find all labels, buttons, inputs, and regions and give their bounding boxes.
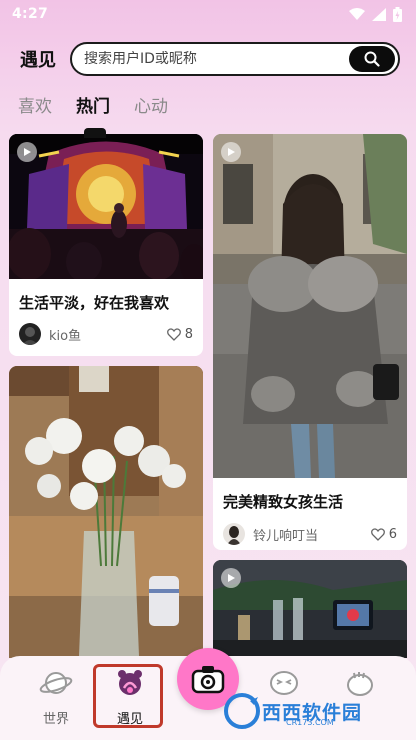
page-title: 遇见 (20, 50, 56, 71)
header: 遇见 (0, 40, 416, 78)
author-name[interactable]: kio鱼 (49, 325, 167, 344)
battery-icon (393, 6, 402, 22)
post-meta: 铃儿响叮当 6 (223, 523, 397, 545)
search-box[interactable] (70, 42, 400, 76)
planet-icon (39, 672, 73, 694)
like-count-value: 8 (184, 326, 193, 342)
nav-label: 世界 (42, 712, 69, 727)
logo-icon (224, 693, 260, 729)
heart-icon (166, 327, 181, 341)
like-count[interactable]: 6 (370, 526, 397, 542)
post-card[interactable]: 生活平淡，好在我喜欢 kio鱼 8 (9, 134, 203, 356)
status-bar: 4:27 (0, 0, 416, 28)
tab-heartbeat[interactable]: 心动 (134, 92, 168, 117)
video-badge (221, 568, 241, 588)
signal-icon (372, 7, 386, 21)
search-input[interactable] (84, 51, 334, 67)
tab-indicator (84, 128, 106, 138)
play-icon (228, 574, 235, 582)
wifi-icon (349, 8, 365, 20)
like-count[interactable]: 8 (166, 326, 193, 342)
feed-tabs: 喜欢 热门 心动 (18, 92, 168, 117)
video-badge (17, 142, 37, 162)
avatar[interactable] (223, 523, 245, 545)
nav-meet[interactable]: 遇见 (100, 666, 160, 728)
post-card[interactable]: 完美精致女孩生活 铃儿响叮当 6 (213, 134, 407, 550)
watermark: 西西软件园 CR173.COM (222, 690, 398, 732)
post-thumbnail[interactable] (9, 134, 203, 279)
post-title: 生活平淡，好在我喜欢 (19, 294, 170, 312)
video-badge (221, 142, 241, 162)
tab-hot[interactable]: 热门 (76, 92, 110, 117)
post-card[interactable] (9, 366, 203, 658)
search-button[interactable] (349, 46, 395, 72)
post-thumbnail[interactable] (213, 134, 407, 478)
feed-grid: 生活平淡，好在我喜欢 kio鱼 8 完美精致女孩生活 铃儿响叮当 6 (0, 128, 416, 658)
post-thumbnail[interactable] (9, 366, 203, 658)
play-icon (24, 148, 31, 156)
nav-label: 遇见 (116, 712, 143, 727)
author-name[interactable]: 铃儿响叮当 (253, 525, 371, 544)
camera-icon (191, 666, 225, 694)
status-icons (349, 6, 402, 22)
play-icon (228, 148, 235, 156)
nav-world[interactable]: 世界 (26, 666, 86, 728)
post-title: 完美精致女孩生活 (223, 493, 344, 511)
search-icon (364, 51, 380, 67)
watermark-sub: CR173.COM (286, 718, 334, 727)
post-thumbnail[interactable] (213, 560, 407, 658)
avatar[interactable] (19, 323, 41, 345)
post-meta: kio鱼 8 (19, 323, 193, 345)
tab-like[interactable]: 喜欢 (18, 92, 52, 117)
status-time: 4:27 (12, 6, 49, 22)
like-count-value: 6 (388, 526, 397, 542)
heart-icon (370, 527, 385, 541)
post-card[interactable] (213, 560, 407, 658)
meet-icon (118, 670, 142, 695)
